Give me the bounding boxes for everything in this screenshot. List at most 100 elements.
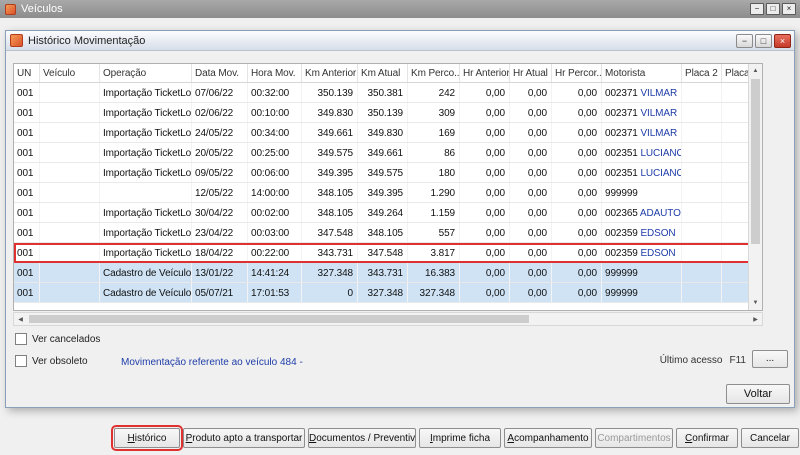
column-header-km-anterior[interactable]: Km Anterior xyxy=(302,64,358,82)
motorista-name: VILMAR xyxy=(640,108,677,119)
footer-button-historico[interactable]: Histórico xyxy=(114,428,180,448)
checkbox-box xyxy=(15,355,27,367)
table-row[interactable]: 001Importação TicketLog09/05/2200:06:003… xyxy=(14,163,750,183)
cell-hr-percorrido: 0,00 xyxy=(552,203,602,222)
footer-button-imprime-ficha[interactable]: Imprime ficha xyxy=(419,428,501,448)
footer-button-compartimentos: Compartimentos xyxy=(595,428,673,448)
motorista-name: VILMAR xyxy=(640,128,677,139)
cell-km-percorrido: 3.817 xyxy=(408,243,460,262)
cell-un: 001 xyxy=(14,283,40,302)
cell-data-mov: 20/05/22 xyxy=(192,143,248,162)
cell-veiculo xyxy=(40,283,100,302)
cell-km-percorrido: 1.290 xyxy=(408,183,460,202)
close-icon[interactable]: × xyxy=(782,3,796,15)
column-header-operacao[interactable]: Operação xyxy=(100,64,192,82)
motorista-code: 999999 xyxy=(605,268,638,279)
maximize-icon[interactable]: □ xyxy=(766,3,780,15)
cell-km-anterior: 348.105 xyxy=(302,203,358,222)
table-row[interactable]: 00112/05/2214:00:00348.105349.3951.2900,… xyxy=(14,183,750,203)
cell-motorista: 002359 EDSON xyxy=(602,243,682,262)
cell-km-percorrido: 242 xyxy=(408,83,460,102)
scroll-left-icon[interactable]: ◀ xyxy=(14,313,27,325)
cell-km-percorrido: 309 xyxy=(408,103,460,122)
cell-hora-mov: 17:01:53 xyxy=(248,283,302,302)
motorista-code: 002371 xyxy=(605,108,638,119)
table-row[interactable]: 001Cadastro de Veículo13/01/2214:41:2432… xyxy=(14,263,750,283)
motorista-name: ADAUTO xyxy=(640,208,681,219)
column-header-hora-mov[interactable]: Hora Mov. xyxy=(248,64,302,82)
cell-un: 001 xyxy=(14,83,40,102)
column-header-km-atual[interactable]: Km Atual xyxy=(358,64,408,82)
last-access-text: Último acesso xyxy=(660,355,723,366)
cell-placa3 xyxy=(722,203,750,222)
table-row[interactable]: 001Importação TicketLog24/05/2200:34:003… xyxy=(14,123,750,143)
cell-placa2 xyxy=(682,203,722,222)
cell-veiculo xyxy=(40,163,100,182)
footer-button-cancelar[interactable]: Cancelar xyxy=(741,428,799,448)
table-row[interactable]: 001Importação TicketLog02/06/2200:10:003… xyxy=(14,103,750,123)
cell-hr-percorrido: 0,00 xyxy=(552,123,602,142)
cell-hr-anterior: 0,00 xyxy=(460,243,510,262)
cell-hora-mov: 00:25:00 xyxy=(248,143,302,162)
cell-hr-anterior: 0,00 xyxy=(460,183,510,202)
cell-un: 001 xyxy=(14,183,40,202)
cell-motorista: 002371 VILMAR xyxy=(602,83,682,102)
vertical-scrollbar[interactable]: ▲ ▼ xyxy=(748,64,762,310)
table-row[interactable]: 001Importação TicketLog07/06/2200:32:003… xyxy=(14,83,750,103)
cell-un: 001 xyxy=(14,263,40,282)
column-header-placa3[interactable]: Placa 3 xyxy=(722,64,750,82)
cell-hr-anterior: 0,00 xyxy=(460,123,510,142)
cell-hora-mov: 00:32:00 xyxy=(248,83,302,102)
column-header-km-percorrido[interactable]: Km Perco... xyxy=(408,64,460,82)
cell-data-mov: 07/06/22 xyxy=(192,83,248,102)
scroll-down-icon[interactable]: ▼ xyxy=(749,296,762,310)
cell-operacao: Importação TicketLog xyxy=(100,163,192,182)
dialog-minimize-icon[interactable]: − xyxy=(736,34,753,48)
footer-button-produto-apto-a-transportar[interactable]: Produto apto a transportar xyxy=(183,428,305,448)
table-row[interactable]: 001Importação TicketLog30/04/2200:02:003… xyxy=(14,203,750,223)
dialog-close-icon[interactable]: × xyxy=(774,34,791,48)
more-button[interactable]: ... xyxy=(752,350,788,368)
cell-un: 001 xyxy=(14,203,40,222)
column-header-placa2[interactable]: Placa 2 xyxy=(682,64,722,82)
cell-motorista: 999999 xyxy=(602,283,682,302)
footer-button-label: Acompanhamento xyxy=(507,433,588,444)
cell-km-percorrido: 86 xyxy=(408,143,460,162)
table-row[interactable]: 001Importação TicketLog20/05/2200:25:003… xyxy=(14,143,750,163)
column-header-data-mov[interactable]: Data Mov. xyxy=(192,64,248,82)
horizontal-scrollbar[interactable]: ◀ ▶ xyxy=(13,312,763,326)
cell-km-percorrido: 16.383 xyxy=(408,263,460,282)
voltar-button[interactable]: Voltar xyxy=(726,384,790,404)
checkbox-ver-cancelados[interactable]: Ver cancelados xyxy=(15,333,100,345)
cell-hora-mov: 00:34:00 xyxy=(248,123,302,142)
dialog-maximize-icon[interactable]: □ xyxy=(755,34,772,48)
table-row[interactable]: 001Cadastro de Veículo05/07/2117:01:5303… xyxy=(14,283,750,303)
cell-placa3 xyxy=(722,263,750,282)
footer-button-label: Imprime ficha xyxy=(430,433,490,444)
scroll-right-icon[interactable]: ▶ xyxy=(749,313,762,325)
footer-button-acompanhamento[interactable]: Acompanhamento xyxy=(504,428,592,448)
grid-rows: 001 Importação TicketLog 07/06/2200:32:00 3… xyxy=(14,83,750,303)
scroll-up-icon[interactable]: ▲ xyxy=(749,64,762,78)
column-header-hr-atual[interactable]: Hr Atual xyxy=(510,64,552,82)
table-row-annotated[interactable]: 001Importação TicketLog18/04/2200:22:003… xyxy=(14,243,750,263)
checkbox-ver-obsoleto[interactable]: Ver obsoleto xyxy=(15,355,88,367)
footer-button-confirmar[interactable]: Confirmar xyxy=(676,428,738,448)
column-header-veiculo[interactable]: Veículo xyxy=(40,64,100,82)
vertical-scrollbar-thumb[interactable] xyxy=(751,79,760,244)
cell-hora-mov: 14:41:24 xyxy=(248,263,302,282)
cell-operacao: Importação TicketLog xyxy=(100,243,192,262)
checkbox-box xyxy=(15,333,27,345)
column-header-motorista[interactable]: Motorista xyxy=(602,64,682,82)
minimize-icon[interactable]: − xyxy=(750,3,764,15)
cell-motorista: 002351 LUCIANO xyxy=(602,163,682,182)
column-header-hr-percorrido[interactable]: Hr Percor... xyxy=(552,64,602,82)
footer-button-documentos-preventiva[interactable]: Documentos / Preventiva xyxy=(308,428,416,448)
cell-hr-atual: 0,00 xyxy=(510,243,552,262)
table-row[interactable]: 001Importação TicketLog23/04/2200:03:003… xyxy=(14,223,750,243)
horizontal-scrollbar-thumb[interactable] xyxy=(29,315,529,323)
motorista-code: 002359 xyxy=(605,228,638,239)
column-header-un[interactable]: UN xyxy=(14,64,40,82)
cell-operacao: Importação TicketLog xyxy=(100,223,192,242)
column-header-hr-anterior[interactable]: Hr Anterior xyxy=(460,64,510,82)
